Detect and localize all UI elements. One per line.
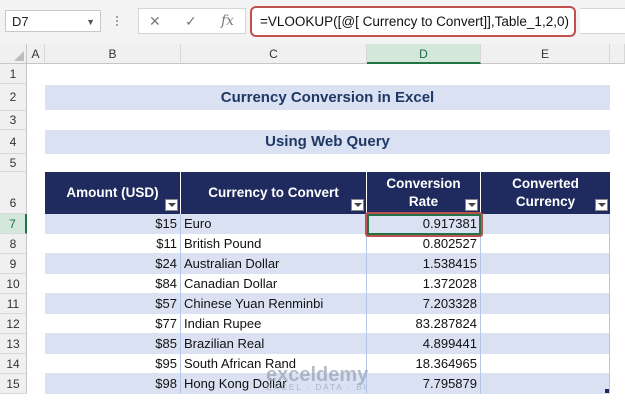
- cell-rate[interactable]: 4.899441: [367, 334, 481, 354]
- name-box[interactable]: D7 ▼: [5, 10, 101, 32]
- row-header-11[interactable]: 11: [0, 294, 27, 314]
- column-header-a[interactable]: A: [27, 44, 45, 64]
- cell-converted[interactable]: [481, 214, 610, 234]
- header-converted-label-2: Currency: [515, 194, 576, 209]
- cell-converted[interactable]: [481, 254, 610, 274]
- insert-function-icon[interactable]: fx: [221, 13, 234, 29]
- cell-currency[interactable]: Euro: [181, 214, 367, 234]
- cell-converted[interactable]: [481, 294, 610, 314]
- header-currency-label: Currency to Convert: [208, 185, 339, 200]
- cell-rate[interactable]: 1.372028: [367, 274, 481, 294]
- row-header-3[interactable]: 3: [0, 111, 27, 130]
- highlight-box: [365, 212, 483, 237]
- formula-bar: D7 ▼ ✕ ✓ fx =VLOOKUP([@[ Currency to Con…: [0, 0, 625, 45]
- column-header-e[interactable]: E: [481, 44, 610, 64]
- cell-currency[interactable]: Brazilian Real: [181, 334, 367, 354]
- row-header-14[interactable]: 14: [0, 354, 27, 374]
- cell-amount[interactable]: $11: [45, 234, 181, 254]
- formula-input[interactable]: =VLOOKUP([@[ Currency to Convert]],Table…: [250, 6, 576, 37]
- chevron-down-icon[interactable]: ▼: [86, 11, 95, 33]
- name-box-value: D7: [12, 14, 29, 29]
- row-header-9[interactable]: 9: [0, 254, 27, 274]
- cell-currency[interactable]: Australian Dollar: [181, 254, 367, 274]
- cell-amount[interactable]: $95: [45, 354, 181, 374]
- column-header-f[interactable]: [610, 44, 625, 64]
- cell-converted[interactable]: [481, 274, 610, 294]
- row-header-4[interactable]: 4: [0, 130, 27, 154]
- column-header-d[interactable]: D: [367, 44, 481, 64]
- cancel-icon[interactable]: ✕: [149, 13, 161, 30]
- row-header-2[interactable]: 2: [0, 84, 27, 111]
- cell-amount[interactable]: $85: [45, 334, 181, 354]
- cell-converted[interactable]: [481, 234, 610, 254]
- column-header-c[interactable]: C: [181, 44, 367, 64]
- row-header-12[interactable]: 12: [0, 314, 27, 334]
- cell-currency[interactable]: Chinese Yuan Renminbi: [181, 294, 367, 314]
- cell-currency[interactable]: British Pound: [181, 234, 367, 254]
- sheet-subtitle[interactable]: Using Web Query: [45, 130, 610, 154]
- row-header-10[interactable]: 10: [0, 274, 27, 294]
- formula-bar-expand[interactable]: [580, 8, 625, 34]
- cell-rate[interactable]: 0.802527: [367, 234, 481, 254]
- row-header-6[interactable]: 6: [0, 172, 27, 214]
- select-all-button[interactable]: [0, 44, 27, 64]
- row-header-13[interactable]: 13: [0, 334, 27, 354]
- filter-dropdown-icon[interactable]: [595, 199, 608, 211]
- cell-rate[interactable]: 7.795879: [367, 374, 481, 394]
- cell-rate[interactable]: 18.364965: [367, 354, 481, 374]
- column-header-b[interactable]: B: [45, 44, 181, 64]
- header-amount[interactable]: Amount (USD): [45, 172, 181, 214]
- cell-converted[interactable]: [481, 374, 610, 394]
- cell-amount[interactable]: $98: [45, 374, 181, 394]
- cell-converted[interactable]: [481, 354, 610, 374]
- cell-currency[interactable]: Canadian Dollar: [181, 274, 367, 294]
- cell-rate[interactable]: 83.287824: [367, 314, 481, 334]
- formula-buttons: ✕ ✓ fx: [138, 8, 246, 34]
- cell-converted[interactable]: [481, 334, 610, 354]
- drag-handle-icon[interactable]: [116, 14, 120, 28]
- cell-currency[interactable]: Indian Rupee: [181, 314, 367, 334]
- cell-amount[interactable]: $77: [45, 314, 181, 334]
- watermark-tagline: EXCEL · DATA · BI: [266, 383, 368, 392]
- row-header-8[interactable]: 8: [0, 234, 27, 254]
- enter-icon[interactable]: ✓: [185, 13, 197, 30]
- header-rate[interactable]: Conversion Rate: [367, 172, 481, 214]
- exceldemy-watermark: exceldemy EXCEL · DATA · BI: [266, 364, 368, 392]
- header-amount-label: Amount (USD): [66, 185, 159, 200]
- row-header-7[interactable]: 7: [0, 214, 27, 234]
- cell-amount[interactable]: $24: [45, 254, 181, 274]
- cell-converted[interactable]: [481, 314, 610, 334]
- row-header-5[interactable]: 5: [0, 154, 27, 172]
- filter-dropdown-icon[interactable]: [165, 199, 178, 211]
- cell-amount[interactable]: $15: [45, 214, 181, 234]
- filter-dropdown-icon[interactable]: [351, 199, 364, 211]
- table-resize-handle[interactable]: [605, 389, 609, 393]
- row-header-15[interactable]: 15: [0, 374, 27, 394]
- cell-rate[interactable]: 7.203328: [367, 294, 481, 314]
- header-rate-label-1: Conversion: [386, 176, 461, 191]
- header-converted-label-1: Converted: [512, 176, 579, 191]
- header-currency[interactable]: Currency to Convert: [181, 172, 367, 214]
- cell-rate[interactable]: 1.538415: [367, 254, 481, 274]
- row-header-1[interactable]: 1: [0, 64, 27, 84]
- sheet-title[interactable]: Currency Conversion in Excel: [45, 85, 610, 110]
- header-rate-label-2: Rate: [408, 194, 439, 209]
- filter-dropdown-icon[interactable]: [465, 199, 478, 211]
- cell-amount[interactable]: $57: [45, 294, 181, 314]
- cell-amount[interactable]: $84: [45, 274, 181, 294]
- header-converted[interactable]: Converted Currency: [481, 172, 610, 214]
